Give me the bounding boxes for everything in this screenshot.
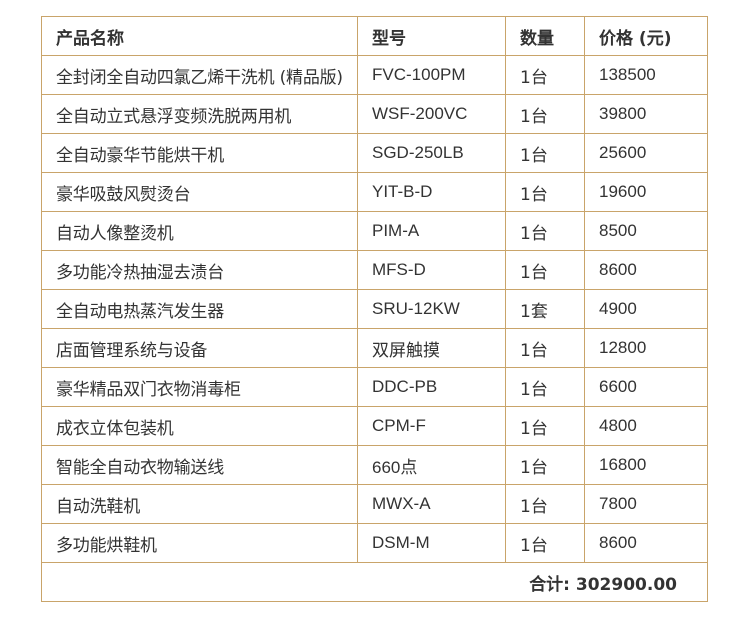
product-name-cell: 多功能冷热抽湿去渍台 <box>41 250 358 290</box>
model-cell: CPM-F <box>357 406 506 446</box>
quantity-cell: 1台 <box>505 211 585 251</box>
price-cell: 8600 <box>584 250 708 290</box>
model-cell: DDC-PB <box>357 367 506 407</box>
table-row: 智能全自动衣物输送线 660点 1台 16800 <box>41 445 708 485</box>
header-quantity: 数量 <box>505 16 585 56</box>
price-cell: 7800 <box>584 484 708 524</box>
quantity-cell: 1台 <box>505 367 585 407</box>
product-name-cell: 多功能烘鞋机 <box>41 523 358 563</box>
quantity-cell: 1台 <box>505 484 585 524</box>
table-row: 豪华精品双门衣物消毒柜 DDC-PB 1台 6600 <box>41 367 708 407</box>
quantity-cell: 1台 <box>505 55 585 95</box>
header-price: 价格 (元) <box>584 16 708 56</box>
model-cell: MWX-A <box>357 484 506 524</box>
table-row: 豪华吸鼓风熨烫台 YIT-B-D 1台 19600 <box>41 172 708 212</box>
quantity-cell: 1台 <box>505 406 585 446</box>
price-cell: 8500 <box>584 211 708 251</box>
quantity-cell: 1台 <box>505 172 585 212</box>
total-amount: 合计: 302900.00 <box>41 562 708 602</box>
price-cell: 19600 <box>584 172 708 212</box>
product-name-cell: 全自动电热蒸汽发生器 <box>41 289 358 329</box>
price-cell: 39800 <box>584 94 708 134</box>
price-cell: 25600 <box>584 133 708 173</box>
table-row: 全自动电热蒸汽发生器 SRU-12KW 1套 4900 <box>41 289 708 329</box>
model-cell: YIT-B-D <box>357 172 506 212</box>
model-cell: SRU-12KW <box>357 289 506 329</box>
model-cell: WSF-200VC <box>357 94 506 134</box>
model-cell: SGD-250LB <box>357 133 506 173</box>
model-cell: 660点 <box>357 445 506 485</box>
quantity-cell: 1台 <box>505 328 585 368</box>
product-name-cell: 豪华吸鼓风熨烫台 <box>41 172 358 212</box>
model-cell: DSM-M <box>357 523 506 563</box>
table-row: 自动人像整烫机 PIM-A 1台 8500 <box>41 211 708 251</box>
price-cell: 12800 <box>584 328 708 368</box>
quantity-cell: 1台 <box>505 445 585 485</box>
price-cell: 4800 <box>584 406 708 446</box>
quantity-cell: 1台 <box>505 133 585 173</box>
product-name-cell: 豪华精品双门衣物消毒柜 <box>41 367 358 407</box>
model-cell: FVC-100PM <box>357 55 506 95</box>
price-cell: 8600 <box>584 523 708 563</box>
price-cell: 6600 <box>584 367 708 407</box>
header-model: 型号 <box>357 16 506 56</box>
product-name-cell: 全自动豪华节能烘干机 <box>41 133 358 173</box>
table-row: 成衣立体包装机 CPM-F 1台 4800 <box>41 406 708 446</box>
table-row: 自动洗鞋机 MWX-A 1台 7800 <box>41 484 708 524</box>
table-row: 多功能冷热抽湿去渍台 MFS-D 1台 8600 <box>41 250 708 290</box>
header-product-name: 产品名称 <box>41 16 358 56</box>
product-name-cell: 全自动立式悬浮变频洗脱两用机 <box>41 94 358 134</box>
product-name-cell: 自动人像整烫机 <box>41 211 358 251</box>
table-header: 产品名称 型号 数量 价格 (元) <box>41 16 708 56</box>
quantity-cell: 1台 <box>505 94 585 134</box>
table-row: 全封闭全自动四氯乙烯干洗机 (精品版) FVC-100PM 1台 138500 <box>41 55 708 95</box>
table-row: 多功能烘鞋机 DSM-M 1台 8600 <box>41 523 708 563</box>
table-footer: 合计: 302900.00 <box>41 562 708 602</box>
model-cell: 双屏触摸 <box>357 328 506 368</box>
table-row: 店面管理系统与设备 双屏触摸 1台 12800 <box>41 328 708 368</box>
quantity-cell: 1台 <box>505 523 585 563</box>
header-row: 产品名称 型号 数量 价格 (元) <box>41 16 708 56</box>
table-body: 全封闭全自动四氯乙烯干洗机 (精品版) FVC-100PM 1台 138500 全自动立… <box>41 55 708 563</box>
table-row: 全自动豪华节能烘干机 SGD-250LB 1台 25600 <box>41 133 708 173</box>
price-cell: 138500 <box>584 55 708 95</box>
price-cell: 16800 <box>584 445 708 485</box>
table-row: 全自动立式悬浮变频洗脱两用机 WSF-200VC 1台 39800 <box>41 94 708 134</box>
total-row: 合计: 302900.00 <box>41 562 708 602</box>
quantity-cell: 1台 <box>505 250 585 290</box>
product-name-cell: 全封闭全自动四氯乙烯干洗机 (精品版) <box>41 55 358 95</box>
product-name-cell: 店面管理系统与设备 <box>41 328 358 368</box>
product-name-cell: 智能全自动衣物输送线 <box>41 445 358 485</box>
equipment-price-table: 产品名称 型号 数量 价格 (元) 全封闭全自动四氯乙烯干洗机 (精品版) FVC… <box>41 16 708 602</box>
quantity-cell: 1套 <box>505 289 585 329</box>
product-name-cell: 自动洗鞋机 <box>41 484 358 524</box>
price-cell: 4900 <box>584 289 708 329</box>
product-name-cell: 成衣立体包装机 <box>41 406 358 446</box>
model-cell: PIM-A <box>357 211 506 251</box>
model-cell: MFS-D <box>357 250 506 290</box>
